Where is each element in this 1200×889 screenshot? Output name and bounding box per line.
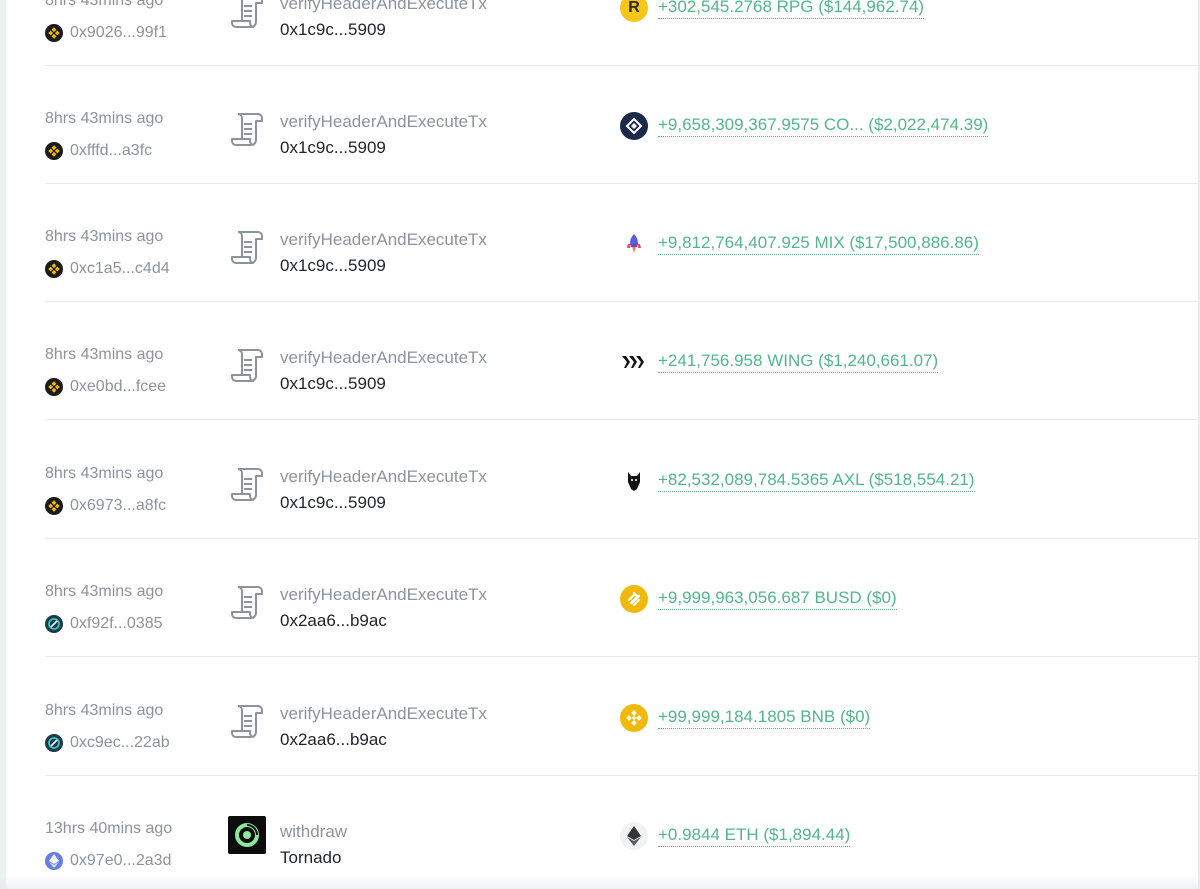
tx-age: 8hrs 43mins ago (45, 465, 164, 482)
address-text: 0xe0bd...fcee (70, 378, 167, 395)
bnb-chain-icon (45, 497, 63, 515)
from-address[interactable]: 0x6973...a8fc (45, 496, 166, 516)
method-name: verifyHeaderAndExecuteTx (280, 704, 487, 723)
method-name: verifyHeaderAndExecuteTx (280, 585, 487, 604)
method-name: withdraw (280, 822, 348, 841)
method-name: verifyHeaderAndExecuteTx (280, 348, 487, 367)
contract-scroll-icon (228, 463, 266, 505)
method-name: verifyHeaderAndExecuteTx (280, 112, 487, 131)
from-address[interactable]: 0x9026...99f1 (45, 23, 167, 43)
contract-link[interactable]: 0x1c9c...5909 (280, 20, 386, 40)
table-row[interactable]: 13hrs 40mins ago 0x97e0...2a3d withdraw … (45, 776, 1200, 889)
contract-scroll-icon (228, 108, 266, 150)
contract-scroll-icon (228, 581, 266, 623)
address-text: 0x9026...99f1 (70, 24, 167, 41)
token-amount-link[interactable]: +241,756.958 WING ($1,240,661.07) (658, 351, 939, 373)
contract-link[interactable]: 0x1c9c...5909 (280, 138, 386, 158)
tx-age: 13hrs 40mins ago (45, 820, 173, 837)
from-address[interactable]: 0xc1a5...c4d4 (45, 259, 170, 279)
contract-scroll-icon (228, 700, 266, 742)
table-row[interactable]: 8hrs 43mins ago 0xc1a5...c4d4 verifyHead… (45, 184, 1200, 302)
contract-link[interactable]: 0x1c9c...5909 (280, 493, 386, 513)
method-name: verifyHeaderAndExecuteTx (280, 230, 487, 249)
transaction-list: 8hrs 43mins ago 0x9026...99f1 verifyHead… (0, 0, 1200, 889)
contract-link[interactable]: 0x1c9c...5909 (280, 256, 386, 276)
contract-scroll-icon (228, 226, 266, 268)
token-amount-link[interactable]: +9,999,963,056.687 BUSD ($0) (658, 588, 897, 610)
axl-token-icon (620, 467, 648, 495)
ethereum-chain-icon (45, 852, 63, 870)
method-name: verifyHeaderAndExecuteTx (280, 0, 487, 13)
from-address[interactable]: 0xfffd...a3fc (45, 141, 152, 161)
contract-link[interactable]: 0x2aa6...b9ac (280, 611, 387, 631)
from-address[interactable]: 0xe0bd...fcee (45, 377, 166, 397)
harmony-chain-icon (45, 734, 63, 752)
from-address[interactable]: 0x97e0...2a3d (45, 851, 171, 871)
bnb-chain-icon (45, 24, 63, 42)
address-text: 0x97e0...2a3d (70, 852, 172, 869)
harmony-chain-icon (45, 615, 63, 633)
from-address[interactable]: 0xf92f...0385 (45, 614, 163, 634)
token-amount-link[interactable]: +99,999,184.1805 BNB ($0) (658, 707, 871, 729)
co-token-icon (620, 112, 648, 140)
contract-scroll-icon (228, 344, 266, 386)
table-row[interactable]: 8hrs 43mins ago 0x6973...a8fc verifyHead… (45, 421, 1200, 539)
wing-token-icon (620, 348, 648, 376)
tx-age: 8hrs 43mins ago (45, 583, 164, 600)
eth-token-icon (620, 822, 648, 850)
token-amount-link[interactable]: +9,812,764,407.925 MIX ($17,500,886.86) (658, 233, 979, 255)
method-name: verifyHeaderAndExecuteTx (280, 467, 487, 486)
busd-token-icon (620, 585, 648, 613)
tx-age: 8hrs 43mins ago (45, 346, 164, 363)
table-row[interactable]: 8hrs 43mins ago 0xc9ec...22ab verifyHead… (45, 658, 1200, 776)
address-text: 0xc1a5...c4d4 (70, 260, 170, 277)
bnb-chain-icon (45, 142, 63, 160)
table-row[interactable]: 8hrs 43mins ago 0xf92f...0385 verifyHead… (45, 539, 1200, 657)
token-amount-link[interactable]: +9,658,309,367.9575 CO... ($2,022,474.39… (658, 115, 989, 137)
contract-link[interactable]: 0x2aa6...b9ac (280, 730, 387, 750)
token-amount-link[interactable]: +82,532,089,784.5365 AXL ($518,554.21) (658, 470, 975, 492)
tx-age: 8hrs 43mins ago (45, 228, 164, 245)
from-address[interactable]: 0xc9ec...22ab (45, 733, 170, 753)
address-text: 0xf92f...0385 (70, 615, 163, 632)
token-amount-link[interactable]: +302,545.2768 RPG ($144,962.74) (658, 0, 925, 19)
table-row[interactable]: 8hrs 43mins ago 0xe0bd...fcee verifyHead… (45, 302, 1200, 420)
row-divider (45, 419, 1200, 420)
contract-scroll-icon (228, 0, 266, 32)
rpg-token-glyph: R (628, 0, 640, 16)
address-text: 0xfffd...a3fc (70, 142, 153, 159)
mix-token-icon (620, 230, 648, 258)
bnb-token-icon (620, 704, 648, 732)
contract-link[interactable]: 0x1c9c...5909 (280, 374, 386, 394)
tornado-logo-icon (228, 816, 266, 854)
token-amount-link[interactable]: +0.9844 ETH ($1,894.44) (658, 825, 851, 847)
table-row[interactable]: 8hrs 43mins ago 0xfffd...a3fc verifyHead… (45, 66, 1200, 184)
address-text: 0xc9ec...22ab (70, 734, 170, 751)
bnb-chain-icon (45, 378, 63, 396)
bnb-chain-icon (45, 260, 63, 278)
tx-age: 8hrs 43mins ago (45, 110, 164, 127)
address-text: 0x6973...a8fc (70, 497, 167, 514)
tx-age: 8hrs 43mins ago (45, 702, 164, 719)
contract-link[interactable]: Tornado (280, 848, 341, 868)
left-panel-edge (0, 0, 6, 889)
tx-age: 8hrs 43mins ago (45, 0, 164, 9)
bottom-fade (0, 875, 1200, 889)
row-divider (45, 656, 1200, 657)
rpg-token-icon: R (620, 0, 648, 22)
table-row[interactable]: 8hrs 43mins ago 0x9026...99f1 verifyHead… (45, 0, 1200, 66)
